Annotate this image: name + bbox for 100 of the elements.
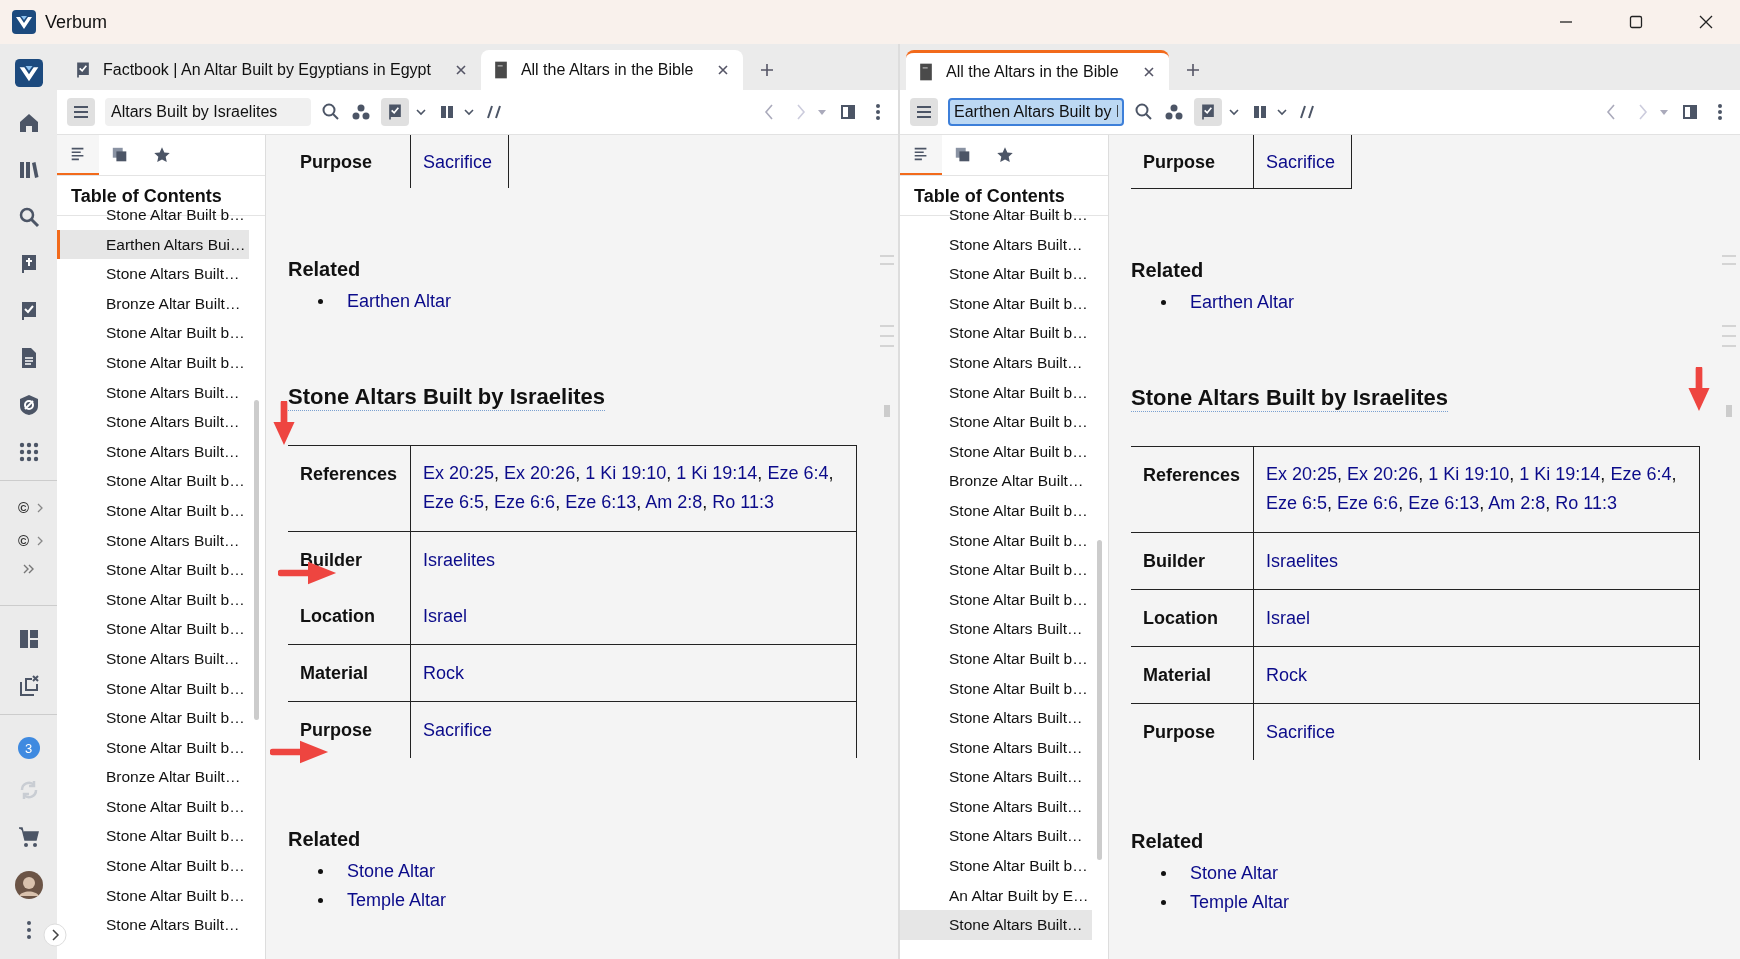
- contents-item[interactable]: Stone Altars Built…: [900, 347, 1092, 378]
- contents-item[interactable]: Stone Altars Built…: [900, 614, 1092, 644]
- notification-badge[interactable]: 3: [17, 737, 40, 759]
- reference-link[interactable]: Eze 6:6: [1337, 493, 1399, 513]
- contents-item[interactable]: Stone Altars Built…: [57, 259, 249, 289]
- contents-item[interactable]: Stone Altar Built b…: [900, 643, 1092, 674]
- contents-item[interactable]: Stone Altars Built…: [900, 703, 1092, 733]
- reference-link[interactable]: Israel: [1266, 608, 1310, 628]
- add-tab-icon[interactable]: [1184, 62, 1201, 78]
- contents-item[interactable]: Bronze Altar Built…: [900, 466, 1092, 496]
- reference-link[interactable]: Am 2:8: [645, 492, 703, 512]
- reference-link[interactable]: Rock: [423, 663, 464, 683]
- checklist-book-button[interactable]: [1194, 98, 1222, 126]
- reference-link[interactable]: Eze 6:5: [1266, 493, 1328, 513]
- reference-link[interactable]: Ex 20:25: [1266, 464, 1338, 484]
- reference-link[interactable]: Eze 6:4: [767, 463, 829, 483]
- app-logo-icon[interactable]: [14, 59, 43, 87]
- caret-icon[interactable]: [1276, 106, 1288, 118]
- panel-tab[interactable]: [57, 135, 99, 175]
- close-icon[interactable]: [454, 64, 467, 76]
- reference-link[interactable]: Eze 6:13: [565, 492, 637, 512]
- reference-link[interactable]: Rock: [1266, 665, 1307, 685]
- checklist-book-button[interactable]: [381, 98, 409, 126]
- reference-link[interactable]: Israel: [423, 606, 467, 626]
- expand-icon[interactable]: [43, 923, 67, 947]
- contents-item[interactable]: Stone Altar Built b…: [900, 318, 1092, 348]
- reference-link[interactable]: 1 Ki 19:14: [1519, 464, 1601, 484]
- menu-button[interactable]: [910, 98, 938, 126]
- three-circles-icon[interactable]: [351, 102, 371, 122]
- scrollbar[interactable]: [254, 400, 259, 720]
- search-field[interactable]: Altars Built by Israelites: [105, 98, 311, 126]
- contents-item[interactable]: Stone Altars Built…: [57, 407, 249, 437]
- contents-item[interactable]: Stone Altar Built b…: [900, 851, 1092, 881]
- contents-item[interactable]: Stone Altar Built b…: [900, 377, 1092, 408]
- contents-item[interactable]: Stone Altar Built b…: [57, 851, 249, 881]
- contents-item[interactable]: Stone Altar Built b…: [57, 673, 249, 704]
- contents-item[interactable]: Bronze Altar Built…: [57, 288, 249, 319]
- contents-item[interactable]: An Altar Built by E…: [900, 880, 1092, 911]
- contents-item[interactable]: Stone Altar Built b…: [57, 466, 249, 496]
- reference-link[interactable]: Sacrifice: [1266, 722, 1336, 742]
- close-icon[interactable]: [1142, 65, 1155, 78]
- reference-link[interactable]: Ex 20:26: [1347, 464, 1419, 484]
- reference-link[interactable]: Ro 11:3: [1555, 493, 1618, 513]
- related-link[interactable]: Temple Altar: [347, 890, 447, 911]
- contents-item[interactable]: Stone Altar Built b…: [900, 525, 1092, 556]
- copyright-shortcut[interactable]: ©: [17, 499, 30, 516]
- add-tab-icon[interactable]: [759, 62, 776, 78]
- contents-item[interactable]: Stone Altar Built b…: [57, 821, 249, 852]
- contents-item[interactable]: Stone Altars Built…: [900, 762, 1092, 792]
- reference-link[interactable]: 1 Ki 19:10: [585, 463, 667, 483]
- reference-link[interactable]: Eze 6:5: [423, 492, 485, 512]
- related-link[interactable]: Temple Altar: [1190, 892, 1290, 913]
- reference-link[interactable]: Ex 20:25: [423, 463, 495, 483]
- contents-item[interactable]: Stone Altars Built…: [900, 821, 1092, 852]
- split-panel-icon[interactable]: [1680, 102, 1700, 122]
- contents-item[interactable]: Stone Altars Built…: [57, 643, 249, 674]
- reference-link[interactable]: Israelites: [1266, 551, 1339, 571]
- reference-link[interactable]: Am 2:8: [1488, 493, 1546, 513]
- contents-item[interactable]: Stone Altars Built…: [900, 229, 1092, 260]
- contents-item[interactable]: Stone Altar Built b…: [900, 584, 1092, 615]
- document-tab[interactable]: All the Altars in the Bible: [906, 50, 1169, 90]
- reference-link[interactable]: 1 Ki 19:14: [676, 463, 758, 483]
- caret-icon[interactable]: [1228, 106, 1240, 118]
- contents-item[interactable]: Stone Altars Built…: [900, 732, 1092, 763]
- contents-item[interactable]: Stone Altar Built b…: [900, 259, 1092, 289]
- contents-item[interactable]: Stone Altars Built…: [900, 791, 1092, 822]
- maximize-icon[interactable]: [1628, 14, 1644, 30]
- contents-item[interactable]: Stone Altars Built…: [57, 377, 249, 408]
- contents-item[interactable]: Stone Altar Built b…: [900, 555, 1092, 585]
- reference-link[interactable]: Israelites: [423, 550, 496, 570]
- related-link[interactable]: Earthen Altar: [1190, 292, 1295, 313]
- document-tab[interactable]: Factbook | An Altar Built by Egyptians in Egypt: [63, 50, 481, 90]
- contents-item[interactable]: Stone Altar Built b…: [900, 288, 1092, 319]
- contents-item[interactable]: Stone Altar Built b…: [900, 673, 1092, 704]
- contents-item[interactable]: Stone Altars Built…: [900, 910, 1092, 940]
- contents-item[interactable]: Stone Altar Built b…: [900, 436, 1092, 467]
- cart-icon[interactable]: [16, 825, 41, 849]
- contents-item[interactable]: Stone Altar Built b…: [57, 555, 249, 585]
- reference-link[interactable]: Sacrifice: [1266, 152, 1336, 172]
- reference-link[interactable]: Ro 11:3: [712, 492, 775, 512]
- reference-link[interactable]: Eze 6:13: [1408, 493, 1480, 513]
- contents-item[interactable]: Stone Altar Built b…: [57, 318, 249, 348]
- reference-link[interactable]: Eze 6:4: [1610, 464, 1672, 484]
- three-circles-icon[interactable]: [1164, 102, 1184, 122]
- contents-item[interactable]: Stone Altar Built b…: [57, 495, 249, 526]
- related-link[interactable]: Stone Altar: [347, 861, 436, 882]
- reference-link[interactable]: Sacrifice: [423, 720, 493, 740]
- double-chevron-icon[interactable]: [21, 563, 36, 575]
- panel-tab[interactable]: [900, 135, 942, 175]
- reference-link[interactable]: Eze 6:6: [494, 492, 556, 512]
- split-panel-icon[interactable]: [838, 102, 858, 122]
- related-link[interactable]: Stone Altar: [1190, 863, 1279, 884]
- search-icon[interactable]: [1134, 102, 1154, 122]
- contents-item[interactable]: Stone Altar Built b…: [900, 407, 1092, 437]
- contents-item[interactable]: Bronze Altar Built…: [57, 762, 249, 792]
- contents-item[interactable]: Stone Altars Built…: [57, 525, 249, 556]
- contents-item[interactable]: Stone Altar Built b…: [57, 347, 249, 378]
- reference-link[interactable]: 1 Ki 19:10: [1428, 464, 1510, 484]
- copyright-shortcut[interactable]: ©: [17, 532, 30, 549]
- reference-link[interactable]: Sacrifice: [423, 152, 493, 172]
